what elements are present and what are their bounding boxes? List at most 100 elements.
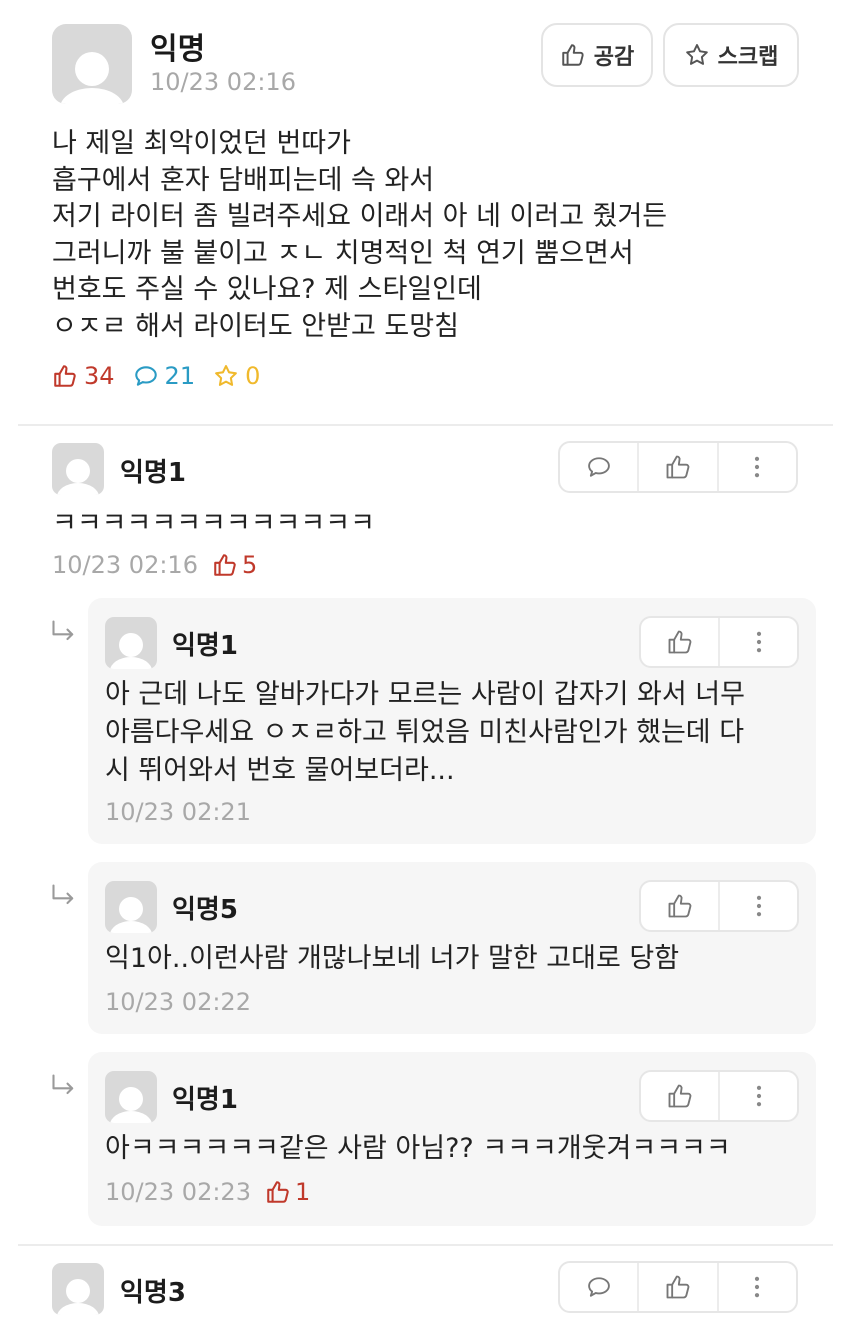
post-body: 나 제일 최악이었던 번따가 흡구에서 혼자 담배피는데 슥 와서 저기 라이터… xyxy=(52,126,812,345)
reply-meta: 10/23 02:23 1 xyxy=(105,1178,310,1206)
post-author: 익명 xyxy=(150,32,206,67)
scrap-button[interactable]: 스크랩 xyxy=(663,23,799,87)
comment-count: 21 xyxy=(133,362,196,390)
comment-action-bar xyxy=(558,441,798,493)
comment-author: 익명3 xyxy=(120,1278,186,1308)
more-button[interactable] xyxy=(718,618,797,666)
more-button[interactable] xyxy=(716,443,796,491)
more-vertical-icon xyxy=(755,1276,760,1298)
comment-like-button[interactable] xyxy=(637,443,716,491)
star-icon xyxy=(685,44,708,65)
thumbs-up-icon xyxy=(562,44,584,66)
reply-author: 익명1 xyxy=(172,1085,238,1115)
reply-like-count: 1 xyxy=(265,1178,310,1206)
thumbs-up-icon xyxy=(668,630,691,654)
reply-text-line: 아름다우세요 ㅇㅈㄹ하고 튀었음 미친사람인가 했는데 다 xyxy=(105,717,745,748)
post-avatar xyxy=(52,24,132,104)
comment-avatar xyxy=(52,443,104,495)
reply-time: 10/23 02:22 xyxy=(105,988,251,1016)
reply-box: 익명5 익1아..이런사람 개많나보네 너가 말한 고대로 당함 10/23 0… xyxy=(88,862,816,1034)
thumbs-up-icon xyxy=(668,894,691,918)
post-body-line: 그러니까 불 붙이고 ㅈㄴ 치명적인 척 연기 뿜으면서 xyxy=(52,237,634,269)
reply-box: 익명1 아ㅋㅋㅋㅋㅋㅋ같은 사람 아님?? ㅋㅋㅋ개웃겨ㅋㅋㅋㅋ 10/23 0… xyxy=(88,1052,816,1226)
avatar-head xyxy=(119,633,143,657)
speech-bubble-icon xyxy=(587,457,610,477)
avatar-body xyxy=(110,1111,152,1123)
like-count-value: 34 xyxy=(84,362,115,390)
star-icon xyxy=(215,365,237,386)
avatar-head xyxy=(119,1087,143,1111)
comment-like-button[interactable] xyxy=(637,1263,716,1311)
like-button-label: 공감 xyxy=(593,45,635,70)
post-stats: 34 21 0 xyxy=(52,362,260,390)
comment-like-value: 5 xyxy=(241,551,258,579)
like-button[interactable]: 공감 xyxy=(541,23,653,87)
avatar-body xyxy=(57,1303,99,1315)
comment-text: ㅋㅋㅋㅋㅋㅋㅋㅋㅋㅋㅋㅋㅋ xyxy=(52,508,375,539)
divider xyxy=(18,1244,833,1246)
reply-time: 10/23 02:21 xyxy=(105,798,251,826)
comment-action-bar xyxy=(558,1261,798,1313)
reply-meta: 10/23 02:22 xyxy=(105,988,251,1016)
more-button[interactable] xyxy=(716,1263,796,1311)
reply-meta: 10/23 02:21 xyxy=(105,798,251,826)
reply-like-button[interactable] xyxy=(641,882,718,930)
thumbs-up-icon xyxy=(668,1084,691,1108)
reply-action-bar xyxy=(639,880,799,932)
reply-arrow-icon xyxy=(52,620,74,641)
more-button[interactable] xyxy=(718,882,797,930)
reply-text-line: 아 근데 나도 알바가다가 모르는 사람이 갑자기 와서 너무 xyxy=(105,679,745,710)
avatar-body xyxy=(110,921,152,933)
reply-text-line: 시 뛰어와서 번호 물어보더라... xyxy=(105,755,455,786)
comment-like-count: 5 xyxy=(212,551,257,579)
more-vertical-icon xyxy=(755,456,760,478)
comment-author: 익명1 xyxy=(120,458,186,488)
reply-box: 익명1 아 근데 나도 알바가다가 모르는 사람이 갑자기 와서 너무 아름다우… xyxy=(88,598,816,844)
scrap-button-label: 스크랩 xyxy=(717,45,779,70)
avatar-head xyxy=(66,459,90,483)
reply-like-button[interactable] xyxy=(641,1072,718,1120)
reply-text: 익1아..이런사람 개많나보네 너가 말한 고대로 당함 xyxy=(105,943,680,974)
post-body-line: 저기 라이터 좀 빌려주세요 이래서 아 네 이러고 줬거든 xyxy=(52,201,668,232)
reply-arrow-icon xyxy=(52,1074,74,1095)
thumbs-up-icon xyxy=(267,1181,289,1203)
scrap-count: 0 xyxy=(213,362,260,390)
avatar-body xyxy=(57,483,99,495)
more-vertical-icon xyxy=(756,895,761,917)
speech-bubble-icon xyxy=(587,1277,610,1297)
reply-author: 익명5 xyxy=(172,895,238,925)
more-button[interactable] xyxy=(718,1072,797,1120)
more-vertical-icon xyxy=(756,631,761,653)
reply-action-bar xyxy=(639,1070,799,1122)
avatar-head xyxy=(75,52,109,86)
more-vertical-icon xyxy=(756,1085,761,1107)
speech-bubble-icon xyxy=(134,366,157,386)
reply-like-value: 1 xyxy=(294,1178,311,1206)
thumbs-up-icon xyxy=(666,455,690,479)
avatar-head xyxy=(66,1279,90,1303)
reply-action-bar xyxy=(639,616,799,668)
post-body-line: 흡구에서 혼자 담배피는데 슥 와서 xyxy=(52,164,435,196)
reply-text: 아 근데 나도 알바가다가 모르는 사람이 갑자기 와서 너무 아름다우세요 ㅇ… xyxy=(105,676,805,790)
reply-like-button[interactable] xyxy=(641,618,718,666)
reply-avatar xyxy=(105,1071,157,1123)
comment-count-value: 21 xyxy=(164,362,196,390)
scrap-count-value: 0 xyxy=(245,362,261,390)
post-body-line: 나 제일 최악이었던 번따가 xyxy=(52,128,351,159)
thumbs-up-icon xyxy=(214,554,236,576)
reply-author: 익명1 xyxy=(172,631,238,661)
comment-avatar xyxy=(52,1263,104,1315)
reply-avatar xyxy=(105,617,157,669)
post-body-line: ㅇㅈㄹ 해서 라이터도 안받고 도망침 xyxy=(52,310,459,342)
reply-button[interactable] xyxy=(560,443,637,491)
thumbs-up-icon xyxy=(666,1275,690,1299)
reply-avatar xyxy=(105,881,157,933)
thumbs-up-icon xyxy=(54,365,76,387)
divider xyxy=(18,424,833,426)
post-time: 10/23 02:16 xyxy=(150,68,296,96)
comment-time: 10/23 02:16 xyxy=(52,551,198,579)
avatar-body xyxy=(60,88,124,104)
reply-arrow-icon xyxy=(52,884,74,905)
reply-button[interactable] xyxy=(560,1263,637,1311)
comment-meta: 10/23 02:16 5 xyxy=(52,551,257,579)
